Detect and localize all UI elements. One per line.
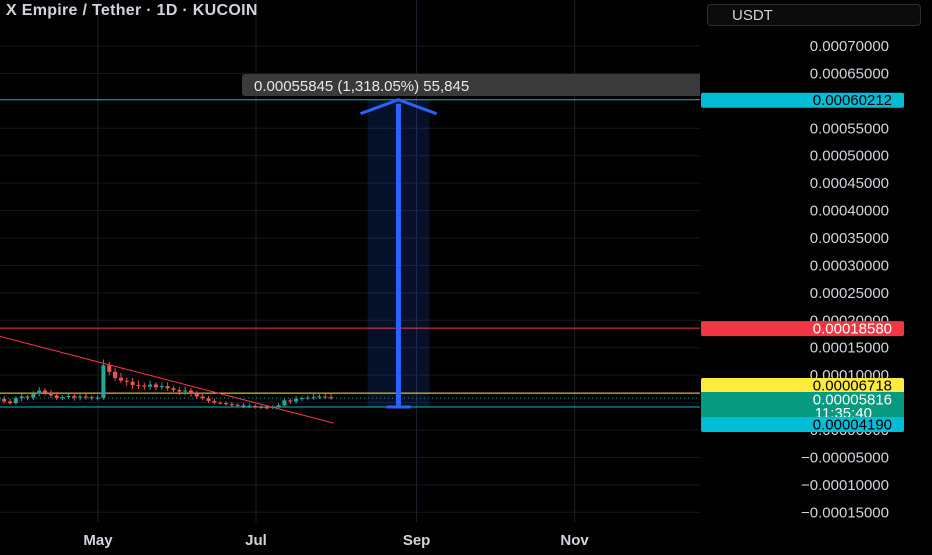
candle-body — [31, 394, 35, 398]
candle-body — [306, 398, 310, 399]
candle-body — [90, 397, 94, 398]
candle-body — [189, 391, 193, 394]
candle-body — [25, 397, 29, 398]
candle-body — [20, 397, 24, 399]
candle-body — [55, 395, 59, 398]
y-tick-label: 0.00015000 — [810, 340, 889, 357]
y-tick-label: 0.00035000 — [810, 230, 889, 247]
price-chart[interactable]: 0.00055845 (1,318.05%) 55,845 0.00070000 0… — [0, 0, 932, 550]
candle-body — [294, 399, 298, 402]
candle-body — [171, 388, 175, 390]
y-tick-label: 0.00065000 — [810, 65, 889, 82]
candle-body — [218, 403, 222, 404]
candle-body — [8, 401, 12, 403]
x-tick-label: May — [83, 532, 113, 549]
candle-body — [142, 386, 146, 387]
chart-area[interactable]: 0.00055845 (1,318.05%) 55,845 0.00070000 0… — [0, 0, 932, 550]
candle-body — [300, 398, 304, 399]
currency-selector[interactable]: USDT — [707, 4, 921, 26]
candle-body — [177, 390, 181, 392]
candle-body — [14, 398, 18, 403]
x-tick-label: Nov — [560, 532, 589, 549]
x-tick-label: Jul — [245, 532, 267, 549]
candle-body — [131, 382, 135, 385]
candle-body — [183, 391, 187, 392]
measure-label: 0.00055845 (1,318.05%) 55,845 — [254, 78, 469, 95]
candle-body — [277, 405, 281, 407]
candle-body — [43, 391, 47, 393]
candle-body — [282, 400, 286, 405]
price-tag-label: 0.00060212 — [813, 92, 892, 109]
candle-body — [253, 406, 257, 407]
candle-body — [72, 396, 76, 398]
price-tag-label: 0.00004190 — [813, 417, 892, 434]
y-tick-label: 0.00050000 — [810, 148, 889, 165]
candle-body — [136, 385, 140, 386]
y-tick-label: −0.00005000 — [801, 449, 889, 466]
y-tick-label: −0.00015000 — [801, 504, 889, 521]
candle-body — [317, 397, 321, 398]
y-tick-label: 0.00025000 — [810, 285, 889, 302]
candle-body — [241, 405, 245, 406]
candle-body — [119, 378, 123, 381]
candle-body — [61, 397, 65, 398]
candle-body — [201, 397, 205, 399]
candle-body — [66, 396, 70, 397]
candle-body — [323, 397, 327, 398]
candle-body — [84, 397, 88, 398]
candle-body — [288, 400, 292, 401]
candle-body — [195, 394, 199, 397]
y-tick-label: 0.00040000 — [810, 203, 889, 220]
candle-body — [212, 401, 216, 403]
candle-body — [259, 407, 263, 408]
candle-body — [113, 372, 117, 378]
candle-body — [78, 397, 82, 398]
candle-body — [265, 408, 269, 409]
candle-body — [160, 386, 164, 387]
candle-body — [312, 397, 316, 398]
candle-body — [125, 381, 129, 382]
symbol-title: X Empire / Tether · 1D · KUCOIN — [6, 2, 258, 20]
candle-body — [247, 406, 251, 407]
candle-body — [148, 384, 152, 386]
x-tick-label: Sep — [403, 532, 431, 549]
candle-body — [206, 398, 210, 401]
candle-body — [37, 391, 41, 394]
candle-body — [230, 404, 234, 405]
y-tick-label: −0.00010000 — [801, 477, 889, 494]
candle-body — [49, 393, 53, 396]
candle-body — [2, 399, 6, 402]
candle-body — [224, 403, 228, 404]
candle-body — [154, 384, 158, 387]
y-tick-label: 0.00070000 — [810, 38, 889, 55]
candle-body — [166, 386, 170, 388]
y-tick-label: 0.00045000 — [810, 175, 889, 192]
price-tag-label: 0.00018580 — [813, 321, 892, 338]
candle-body — [96, 398, 100, 399]
candle-body — [236, 405, 240, 406]
y-tick-label: 0.00055000 — [810, 120, 889, 137]
candle-body — [107, 365, 111, 372]
candle-body — [329, 397, 333, 398]
y-tick-label: 0.00030000 — [810, 257, 889, 274]
candle-body — [101, 365, 105, 397]
